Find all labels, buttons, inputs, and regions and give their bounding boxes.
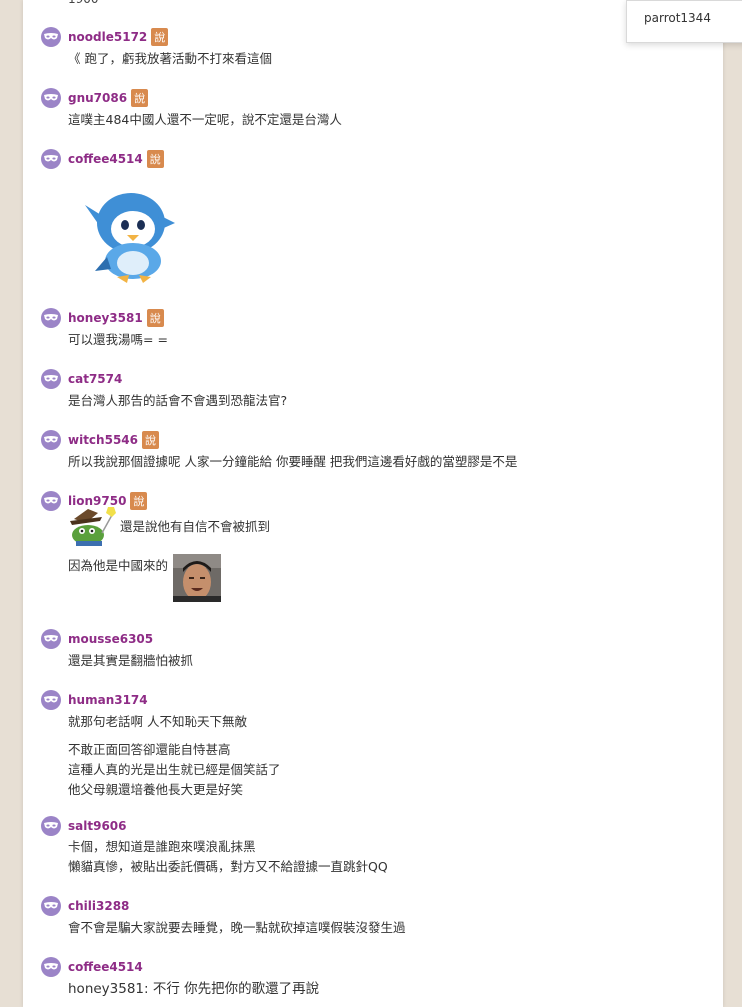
username-link[interactable]: mousse6305: [68, 632, 153, 646]
username-link[interactable]: cat7574: [68, 372, 122, 386]
comment-text: 所以我說那個證據呢 人家一分鐘能給 你要睡醒 把我們這邊看好戲的當塑膠是不是: [68, 454, 518, 469]
comment-text: 這噗主484中國人還不一定呢，說不定還是台灣人: [68, 112, 342, 127]
comment-text: 可以還我湯嗎= =: [68, 332, 168, 347]
frog-sticker-image[interactable]: [68, 503, 118, 547]
comment: coffee4514 說: [41, 149, 701, 289]
says-badge: 說: [130, 492, 148, 510]
cut-off-text: 1900: [68, 0, 99, 6]
comment-text: 不敢正面回答卻還能自恃甚高: [68, 742, 231, 757]
comment: lion9750 說 還是說他有自信不會被抓到 因為他是中國來的: [41, 491, 701, 602]
comment: coffee4514 honey3581: 不行 你先把你的歌還了再說: [41, 957, 701, 999]
penguin-sticker-image[interactable]: [81, 185, 701, 289]
comment: noodle5172 說 《 跑了，虧我放著活動不打來看這個: [41, 27, 701, 69]
comment-text: 卡個，想知道是誰跑來噗浪亂抹黑: [68, 839, 256, 854]
comment: witch5546 說 所以我說那個證據呢 人家一分鐘能給 你要睡醒 把我們這邊…: [41, 430, 701, 472]
username-link[interactable]: salt9606: [68, 819, 127, 833]
comment-text: 因為他是中國來的: [68, 558, 169, 573]
popup-username[interactable]: parrot1344: [644, 11, 711, 25]
username-link[interactable]: coffee4514: [68, 960, 143, 974]
username-link[interactable]: coffee4514: [68, 152, 143, 166]
mask-avatar-icon[interactable]: [41, 957, 61, 977]
username-link[interactable]: honey3581: [68, 311, 143, 325]
comment: mousse6305 還是其實是翻牆怕被抓: [41, 629, 701, 671]
comment: chili3288 會不會是騙大家說要去睡覺，晚一點就砍掉這噗假裝沒發生過: [41, 896, 701, 938]
mask-avatar-icon[interactable]: [41, 27, 61, 47]
username-link[interactable]: chili3288: [68, 899, 129, 913]
username-link[interactable]: gnu7086: [68, 91, 127, 105]
mask-avatar-icon[interactable]: [41, 369, 61, 389]
comment-text: 還是其實是翻牆怕被抓: [68, 653, 194, 668]
face-photo-image[interactable]: [173, 554, 222, 602]
mask-avatar-icon[interactable]: [41, 629, 61, 649]
mask-avatar-icon[interactable]: [41, 690, 61, 710]
comment: honey3581 說 可以還我湯嗎= =: [41, 308, 701, 350]
comment-text: 會不會是騙大家說要去睡覺，晚一點就砍掉這噗假裝沒發生過: [68, 920, 406, 935]
comment-text: 是台灣人那告的話會不會遇到恐龍法官?: [68, 393, 288, 408]
mask-avatar-icon[interactable]: [41, 88, 61, 108]
comment-text: 還是說他有自信不會被抓到: [120, 519, 271, 534]
comment: gnu7086 說 這噗主484中國人還不一定呢，說不定還是台灣人: [41, 88, 701, 130]
comment: human3174 就那句老話啊 人不知恥天下無敵 不敢正面回答卻還能自恃甚高 …: [41, 690, 701, 800]
comment-text: 這種人真的光是出生就已經是個笑話了: [68, 762, 281, 777]
comment-text: 他父母親還培養他長大更是好笑: [68, 782, 244, 797]
mask-avatar-icon[interactable]: [41, 308, 61, 328]
comment-text: 懶貓真慘，被貼出委託價碼，對方又不給證據一直跳針QQ: [68, 859, 388, 874]
says-badge: 說: [131, 89, 149, 107]
username-link[interactable]: witch5546: [68, 433, 138, 447]
says-badge: 說: [146, 150, 164, 168]
mask-avatar-icon[interactable]: [41, 491, 61, 511]
mask-avatar-icon[interactable]: [41, 430, 61, 450]
mask-avatar-icon[interactable]: [41, 149, 61, 169]
mask-avatar-icon[interactable]: [41, 816, 61, 836]
comment-text: 《 跑了，虧我放著活動不打來看這個: [68, 51, 272, 66]
comment-text: honey3581: 不行 你先把你的歌還了再說: [68, 981, 320, 997]
says-badge: 說: [151, 28, 169, 46]
username-link[interactable]: human3174: [68, 693, 148, 707]
comment-text: 就那句老話啊 人不知恥天下無敵: [68, 714, 247, 729]
mask-avatar-icon[interactable]: [41, 896, 61, 916]
comment: cat7574 是台灣人那告的話會不會遇到恐龍法官?: [41, 369, 701, 411]
comment: salt9606 卡個，想知道是誰跑來噗浪亂抹黑 懶貓真慘，被貼出委託價碼，對方…: [41, 816, 701, 877]
says-badge: 說: [142, 431, 159, 449]
says-badge: 說: [146, 309, 164, 327]
username-link[interactable]: noodle5172: [68, 30, 147, 44]
